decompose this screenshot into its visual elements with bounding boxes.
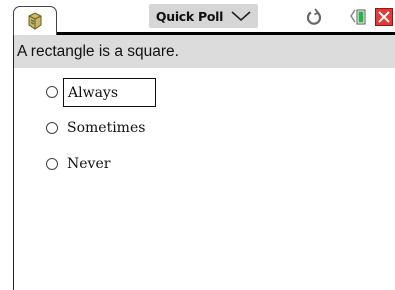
poll-option-label: Sometimes: [67, 119, 146, 136]
question-bar: A rectangle is a square.: [14, 35, 395, 68]
poll-option-sometimes[interactable]: Sometimes: [46, 116, 149, 140]
radio-button[interactable]: [46, 158, 58, 170]
chevron-down-icon: [231, 11, 251, 21]
top-toolbar: Quick Poll: [0, 0, 395, 35]
radio-button[interactable]: [46, 122, 58, 134]
poll-option-always[interactable]: Always: [46, 77, 156, 107]
battery-icon: [350, 9, 366, 25]
poll-option-never[interactable]: Never: [46, 152, 114, 176]
refresh-icon[interactable]: [306, 8, 322, 26]
document-tab[interactable]: [13, 6, 57, 35]
close-icon[interactable]: [375, 8, 393, 26]
document-box-icon: [28, 12, 42, 30]
poll-option-label: Always: [63, 77, 156, 107]
poll-option-label: Never: [67, 155, 111, 172]
radio-button[interactable]: [46, 86, 58, 98]
page-title-menu-button[interactable]: Quick Poll: [149, 4, 258, 28]
poll-question: A rectangle is a square.: [17, 43, 179, 60]
page-left-border: [13, 34, 14, 290]
page-title: Quick Poll: [155, 8, 224, 24]
